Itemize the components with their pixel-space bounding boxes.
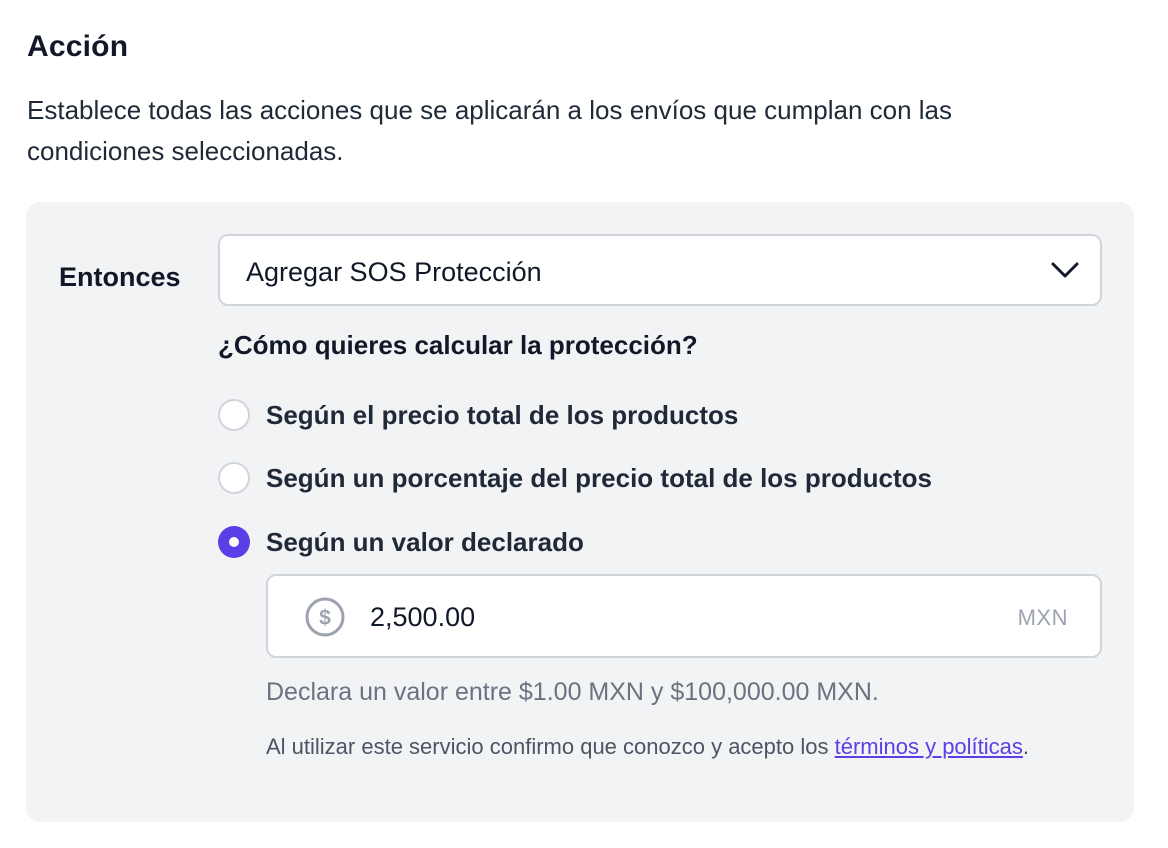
- terms-text: Al utilizar este servicio confirmo que c…: [266, 734, 835, 759]
- action-select[interactable]: Agregar SOS Protección: [218, 234, 1102, 306]
- protection-question: ¿Cómo quieres calcular la protección?: [218, 330, 698, 360]
- action-panel: Entonces Agregar SOS Protección ¿Cómo qu…: [26, 202, 1134, 822]
- declared-value-field[interactable]: $ MXN: [266, 574, 1102, 658]
- section-description: Establece todas las acciones que se apli…: [27, 95, 953, 166]
- radio-button[interactable]: [218, 462, 250, 494]
- value-range-hint: Declara un valor entre $1.00 MXN y $100,…: [266, 678, 879, 706]
- declared-value-input[interactable]: [370, 602, 930, 633]
- terms-text-end: .: [1022, 734, 1030, 759]
- radio-option-declared-value[interactable]: Según un valor declarado: [218, 524, 584, 560]
- dollar-circle-icon: $: [305, 597, 345, 637]
- terms-link[interactable]: términos y políticas: [835, 734, 1023, 759]
- terms-notice: Al utilizar este servicio confirmo que c…: [266, 732, 1086, 762]
- then-label: Entonces: [59, 262, 181, 292]
- svg-text:$: $: [319, 607, 331, 630]
- section-title: Acción: [27, 30, 129, 63]
- radio-button[interactable]: [218, 399, 250, 431]
- chevron-down-icon: [1051, 262, 1079, 278]
- radio-label: Según un valor declarado: [266, 526, 584, 557]
- radio-label: Según un porcentaje del precio total de …: [266, 462, 932, 493]
- radio-option-total-price[interactable]: Según el precio total de los productos: [218, 397, 738, 433]
- action-page: Acción Establece todas las acciones que …: [0, 0, 1168, 848]
- radio-option-percentage[interactable]: Según un porcentaje del precio total de …: [218, 460, 932, 496]
- currency-label: MXN: [1017, 605, 1068, 630]
- action-select-value: Agregar SOS Protección: [246, 257, 542, 287]
- radio-label: Según el precio total de los productos: [266, 399, 739, 430]
- radio-button-selected[interactable]: [218, 526, 250, 558]
